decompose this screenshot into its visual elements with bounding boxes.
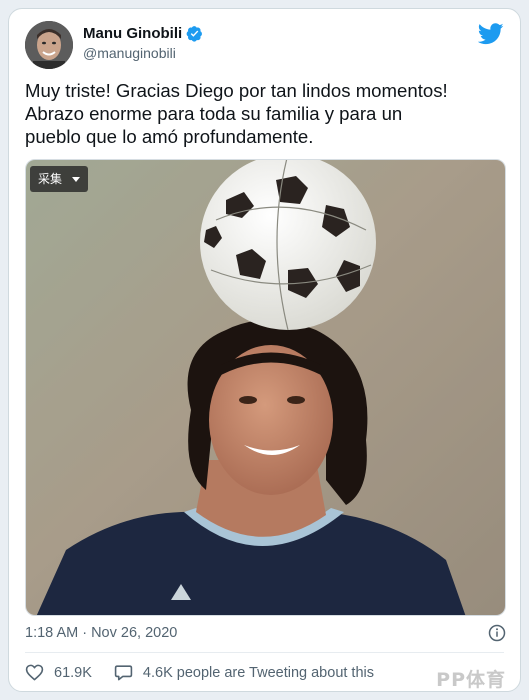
- twitter-bird-icon[interactable]: [478, 23, 504, 45]
- author-name-row[interactable]: Manu Ginobili: [83, 25, 203, 42]
- heart-icon: [25, 664, 44, 681]
- dropdown-caret-icon: [72, 176, 81, 182]
- comment-icon: [114, 665, 133, 681]
- info-icon[interactable]: [488, 624, 506, 642]
- discussion-link[interactable]: 4.6K people are Tweeting about this: [114, 663, 374, 682]
- photo-image: [26, 160, 505, 615]
- verified-badge-icon: [186, 26, 203, 42]
- like-button[interactable]: 61.9K: [25, 663, 92, 682]
- author-display-name[interactable]: Manu Ginobili: [83, 25, 182, 42]
- collect-dropdown[interactable]: 采集: [30, 166, 89, 192]
- tweet-card[interactable]: Manu Ginobili @manuginobili Muy triste! …: [8, 8, 521, 692]
- discussion-text: 4.6K people are Tweeting about this: [142, 664, 374, 681]
- like-count: 61.9K: [54, 664, 92, 681]
- tweet-timestamp[interactable]: 1:18 AM · Nov 26, 2020: [25, 625, 177, 641]
- tweet-actions: 61.9K 4.6K people are Tweeting about thi…: [25, 663, 374, 682]
- tweet-text: Muy triste! Gracias Diego por tan lindos…: [25, 80, 448, 147]
- avatar[interactable]: [25, 21, 73, 69]
- author-handle[interactable]: @manuginobili: [83, 45, 176, 61]
- avatar-image: [25, 21, 73, 69]
- collect-label: 采集: [38, 172, 63, 186]
- divider: [25, 652, 504, 653]
- watermark: PP体育: [436, 669, 506, 691]
- tweet-photo[interactable]: 采集: [25, 159, 506, 616]
